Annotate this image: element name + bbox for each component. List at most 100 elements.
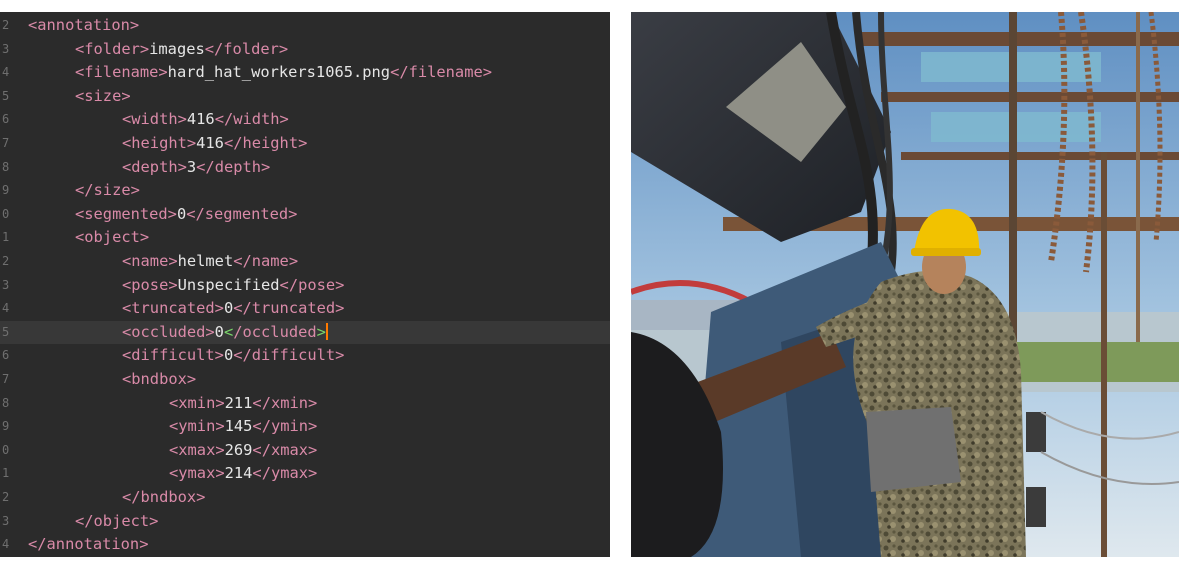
- code-line[interactable]: 3 </object>: [0, 510, 610, 533]
- code-line[interactable]: 2 <name>helmet</name>: [0, 250, 610, 273]
- xml-open-tag: <filename>: [75, 63, 168, 82]
- xml-value: 416: [186, 110, 215, 129]
- xml-open-tag: <segmented>: [75, 204, 177, 223]
- code-line[interactable]: 8 <xmin>211</xmin>: [0, 392, 610, 415]
- code-content: <occluded>0</occluded>: [28, 321, 328, 344]
- xml-close-tag: </height>: [223, 134, 308, 152]
- code-line[interactable]: 4 </annotation>: [0, 533, 610, 556]
- text-cursor: [325, 322, 328, 340]
- xml-close-tag: </difficult>: [233, 346, 345, 365]
- xml-close-tag: </truncated>: [233, 299, 345, 318]
- line-number: 3: [2, 41, 10, 56]
- code-line[interactable]: 1 <object>: [0, 226, 610, 249]
- code-editor[interactable]: 2 <annotation> 3 <folder>images</folder> 4 <f…: [0, 12, 610, 557]
- xml-value: 0: [214, 322, 224, 341]
- code-line[interactable]: 1 <ymax>214</ymax>: [0, 462, 610, 485]
- xml-value: 0: [223, 346, 234, 365]
- line-number: 0: [2, 442, 10, 457]
- code-content: <folder>images</folder>: [28, 38, 288, 61]
- xml-value: 3: [186, 157, 197, 176]
- code-line[interactable]: 4 <filename>hard_hat_workers1065.png</fil…: [0, 61, 610, 84]
- xml-close-tag: </segmented>: [186, 204, 298, 223]
- line-number: 2: [2, 490, 10, 504]
- code-line[interactable]: 0 <segmented>0</segmented>: [0, 203, 610, 226]
- code-line[interactable]: 4 <truncated>0</truncated>: [0, 297, 610, 320]
- line-number: 1: [2, 230, 10, 245]
- code-line[interactable]: 2 <annotation>: [0, 14, 610, 37]
- code-content: </size>: [28, 179, 140, 202]
- line-number: 6: [2, 112, 10, 127]
- xml-open-tag: <depth>: [122, 157, 187, 176]
- scaffold-beam: [881, 92, 1179, 102]
- xml-close-tag: </ymin>: [252, 417, 318, 436]
- line-number: 9: [2, 419, 10, 434]
- line-number: 3: [2, 277, 10, 292]
- line-number: 4: [2, 65, 10, 80]
- bracket-match: <: [223, 322, 234, 341]
- rebar-pole: [1101, 152, 1107, 557]
- code-content: </bndbox>: [28, 486, 205, 509]
- code-content: <name>helmet</name>: [28, 250, 298, 273]
- line-number: 4: [2, 537, 10, 552]
- xml-value: helmet: [177, 252, 234, 270]
- xml-close-tag: </xmin>: [252, 393, 318, 412]
- xml-open-tag: <ymin>: [169, 417, 225, 436]
- code-content: <segmented>0</segmented>: [28, 203, 297, 226]
- construction-worker-photo: [631, 12, 1179, 557]
- code-content: <annotation>: [28, 14, 139, 37]
- line-number: 8: [2, 395, 10, 410]
- xml-open-tag: </object>: [75, 511, 159, 530]
- code-line[interactable]: 7 <height>416</height>: [0, 132, 610, 155]
- line-number: 7: [2, 136, 10, 150]
- xml-close-tag: </xmax>: [252, 440, 318, 459]
- code-line[interactable]: 5 <size>: [0, 85, 610, 108]
- code-content: <size>: [28, 85, 131, 108]
- code-line[interactable]: 7 <bndbox>: [0, 368, 610, 391]
- xml-close-tag: </pose>: [279, 275, 345, 294]
- xml-open-tag: <occluded>: [122, 322, 215, 341]
- bolt: [1026, 487, 1046, 527]
- code-line[interactable]: 6 <width>416</width>: [0, 108, 610, 131]
- code-line[interactable]: 5 <occluded>0</occluded>: [0, 320, 610, 344]
- code-line[interactable]: 8 <depth>3</depth>: [0, 156, 610, 179]
- code-content: <xmin>211</xmin>: [28, 392, 317, 415]
- xml-open-tag: <pose>: [122, 275, 178, 294]
- xml-close-tag: </filename>: [390, 63, 492, 82]
- xml-open-tag: <truncated>: [122, 299, 224, 318]
- line-number: 3: [2, 513, 10, 528]
- xml-value: 0: [176, 204, 187, 223]
- line-number: 1: [2, 466, 10, 481]
- code-line[interactable]: 0 <xmax>269</xmax>: [0, 439, 610, 462]
- xml-close-tag: </width>: [214, 110, 289, 129]
- code-line[interactable]: 9 <ymin>145</ymin>: [0, 415, 610, 438]
- code-content: <width>416</width>: [28, 108, 289, 131]
- code-content: <pose>Unspecified</pose>: [28, 274, 344, 297]
- code-content: <xmax>269</xmax>: [28, 439, 317, 462]
- code-line[interactable]: 6 <difficult>0</difficult>: [0, 344, 610, 367]
- hard-hat-brim: [911, 248, 981, 256]
- xml-close-tag: </occluded>: [224, 323, 326, 341]
- scaffold-beam: [861, 32, 1179, 46]
- code-line[interactable]: 3 <folder>images</folder>: [0, 38, 610, 61]
- code-line[interactable]: 9 </size>: [0, 179, 610, 202]
- xml-value: 214: [224, 464, 253, 483]
- xml-value: Unspecified: [177, 275, 280, 294]
- line-number: 9: [2, 183, 10, 198]
- xml-open-tag: <ymax>: [169, 464, 225, 483]
- xml-value: images: [149, 39, 205, 58]
- bracket-match: >: [316, 322, 326, 341]
- xml-open-tag: </size>: [75, 181, 140, 200]
- code-line[interactable]: 2 </bndbox>: [0, 486, 610, 509]
- xml-value: hard_hat_workers1065.png: [167, 63, 391, 82]
- code-content: <bndbox>: [28, 368, 196, 391]
- metal-disk: [866, 407, 961, 492]
- xml-value: 269: [224, 440, 253, 459]
- line-number: 8: [2, 159, 10, 174]
- xml-value: 416: [196, 134, 224, 152]
- line-number: 2: [2, 18, 10, 32]
- xml-open-tag: <xmax>: [169, 440, 225, 459]
- tag-name: /occluded: [233, 322, 317, 341]
- code-line[interactable]: 3 <pose>Unspecified</pose>: [0, 274, 610, 297]
- xml-open-tag: <height>: [122, 134, 197, 152]
- line-number: 5: [2, 324, 10, 339]
